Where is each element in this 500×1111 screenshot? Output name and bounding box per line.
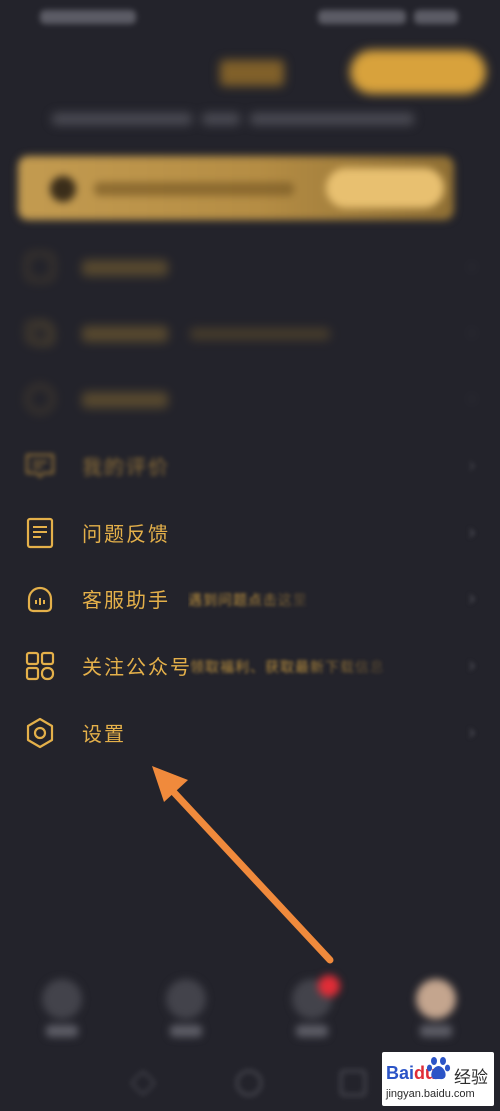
status-bar — [0, 6, 500, 30]
baidu-paw-icon — [426, 1057, 451, 1080]
blurred-menu-icon — [24, 251, 56, 283]
blurred-menu-icon — [24, 383, 56, 415]
recents-icon[interactable] — [340, 1070, 366, 1096]
tab-label — [420, 1025, 452, 1037]
blurred-menu-label — [82, 260, 168, 276]
menu-item-settings[interactable]: 设置 › — [0, 700, 500, 766]
menu-item-label: 问题反馈 — [82, 522, 170, 546]
menu-item-label: 我的评价 — [82, 455, 170, 479]
membership-icon — [50, 176, 76, 202]
watermark-url: jingyan.baidu.com — [386, 1088, 475, 1100]
baidu-jingyan-watermark: Baidu 经验 jingyan.baidu.com — [382, 1052, 494, 1106]
watermark-brand-cn: 经验 — [454, 1068, 488, 1088]
watermark-brand-bai: Bai — [386, 1063, 415, 1083]
tab-messages[interactable] — [282, 975, 342, 1045]
menu-item-label: 关注公众号 — [82, 655, 192, 679]
battery-icon — [414, 10, 458, 24]
notification-badge — [318, 975, 340, 997]
back-icon[interactable] — [130, 1070, 156, 1096]
tab-home[interactable] — [32, 975, 92, 1045]
bottom-tab-bar — [0, 975, 500, 1047]
carrier-signal-icon — [40, 10, 136, 24]
tab-label — [170, 1025, 202, 1037]
chevron-right-icon: › — [468, 254, 476, 278]
header-action-button[interactable] — [350, 50, 486, 94]
header — [0, 46, 500, 102]
menu-item-blurred-2[interactable]: › — [0, 300, 500, 366]
membership-button[interactable] — [326, 168, 444, 208]
official-account-grid-icon — [24, 650, 56, 682]
avatar — [416, 979, 456, 1019]
blurred-menu-label — [82, 392, 168, 408]
home-icon — [42, 979, 82, 1019]
chevron-right-icon: › — [468, 586, 476, 610]
tab-label — [46, 1025, 78, 1037]
membership-text — [94, 182, 294, 196]
discover-icon — [166, 979, 206, 1019]
comment-icon — [24, 450, 56, 482]
menu-item-description: 遇到问题点击这里 — [188, 593, 308, 609]
chevron-right-icon: › — [468, 720, 476, 744]
chevron-right-icon: › — [468, 520, 476, 544]
chevron-right-icon: › — [468, 386, 476, 410]
tab-profile[interactable] — [406, 975, 466, 1045]
header-subtitle — [52, 110, 436, 128]
blurred-menu-icon — [24, 317, 56, 349]
menu-item-feedback[interactable]: 问题反馈 › — [0, 500, 500, 566]
home-button-icon[interactable] — [236, 1070, 262, 1096]
menu-item-label: 客服助手 — [82, 588, 170, 612]
chevron-right-icon: › — [468, 320, 476, 344]
tab-label — [296, 1025, 328, 1037]
menu-item-label: 设置 — [82, 722, 126, 746]
status-icons — [318, 10, 406, 24]
feedback-document-icon — [24, 517, 56, 549]
menu-item-blurred-1[interactable]: › — [0, 234, 500, 300]
menu-item-blurred-3[interactable]: › — [0, 366, 500, 432]
menu-item-my-reviews[interactable]: 我的评价 › — [0, 433, 500, 499]
chevron-right-icon: › — [468, 653, 476, 677]
tab-discover[interactable] — [156, 975, 216, 1045]
menu-item-official-account[interactable]: 关注公众号 领取福利、获取最新下载信息 › — [0, 633, 500, 699]
blurred-menu-label — [82, 326, 168, 342]
menu-item-description: 领取福利、获取最新下载信息 — [190, 660, 385, 676]
chevron-right-icon: › — [468, 453, 476, 477]
membership-card[interactable] — [18, 156, 454, 220]
page-title — [220, 60, 284, 86]
settings-gear-icon — [24, 717, 56, 749]
menu-item-customer-service[interactable]: 客服助手 遇到问题点击这里 › — [0, 566, 500, 632]
customer-service-headset-icon — [24, 583, 56, 615]
blurred-menu-desc — [190, 328, 330, 340]
